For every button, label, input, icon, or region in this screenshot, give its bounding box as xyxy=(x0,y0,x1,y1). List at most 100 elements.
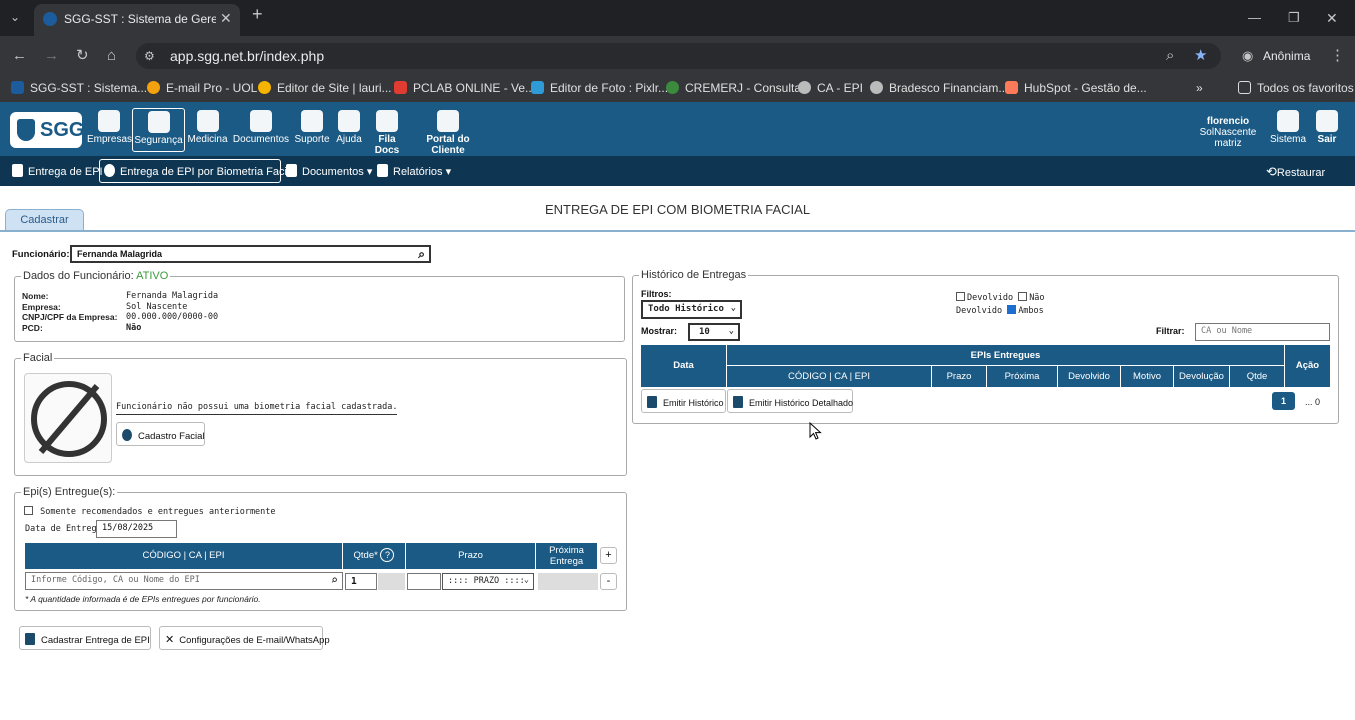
dados-label: PCD: xyxy=(22,322,43,333)
checkbox[interactable] xyxy=(1018,292,1028,301)
date-label: Data de Entrega: xyxy=(25,524,107,534)
help-icon[interactable]: ? xyxy=(380,548,395,562)
bookmark-item[interactable]: CREMERJ - Consulta xyxy=(666,81,801,95)
tab-list-icon[interactable]: ⌄ xyxy=(10,4,20,30)
dados-label: Nome: xyxy=(22,291,49,301)
dados-value: Fernanda Malagrida xyxy=(126,291,219,301)
stethoscope-icon xyxy=(196,110,219,132)
ambos-checkbox[interactable]: Devolvido Ambos xyxy=(956,305,1044,316)
funcionario-value: Fernanda Malagrida xyxy=(77,249,163,259)
dados-value: Sol Nascente xyxy=(126,301,188,312)
nav-fila-docs[interactable]: Fila Docs xyxy=(366,110,408,156)
nav-label: Empresas xyxy=(87,134,133,145)
maximize-icon[interactable]: ❐ xyxy=(1288,5,1300,31)
prazo-number-input[interactable] xyxy=(407,573,441,590)
help-icon xyxy=(338,110,360,132)
only-recommended-checkbox[interactable]: Somente recomendados e entregues anterio… xyxy=(24,506,276,517)
nav-sistema[interactable]: Sistema xyxy=(1268,110,1308,145)
building-icon xyxy=(98,110,120,132)
minimize-icon[interactable]: — xyxy=(1248,5,1261,31)
bookmark-item[interactable]: CA - EPI xyxy=(798,81,863,95)
date-input[interactable]: 15/08/2025 xyxy=(96,520,177,538)
bookmark-item[interactable]: SGG-SST : Sistema... xyxy=(11,81,147,95)
bookmark-item[interactable]: PCLAB ONLINE - Ve... xyxy=(394,81,535,95)
helmet-icon xyxy=(147,111,170,133)
close-tab-icon[interactable]: ✕ xyxy=(220,10,232,27)
url-text: app.sgg.net.br/index.php xyxy=(170,48,325,64)
dados-legend: Dados do Funcionário: ATIVO xyxy=(23,270,169,282)
nav-medicina[interactable]: Medicina xyxy=(186,110,229,145)
nav-ajuda[interactable]: Ajuda xyxy=(334,110,364,145)
subnav-documentos[interactable]: Documentos ▾ xyxy=(286,164,372,178)
emitir-historico-button[interactable]: Emitir Histórico xyxy=(641,389,726,413)
add-row-button[interactable]: + xyxy=(600,547,617,564)
nav-seguranca[interactable]: Segurança xyxy=(132,108,185,152)
mostrar-label: Mostrar: xyxy=(641,326,678,336)
back-icon[interactable]: ← xyxy=(12,43,27,69)
subnav-entrega-biometria[interactable]: Entrega de EPI por Biometria Facial xyxy=(104,164,295,178)
filtro-select[interactable]: Todo Histórico ⌄ xyxy=(641,300,742,319)
browser-tab[interactable]: SGG-SST : Sistema de Gerencia ✕ xyxy=(34,4,240,36)
subnav-relatorios[interactable]: Relatórios ▾ xyxy=(377,164,451,178)
facial-legend: Facial xyxy=(23,352,53,364)
epi-search-input[interactable]: Informe Código, CA ou Nome do EPI ⌕ xyxy=(25,572,343,590)
epis-legend: Epi(s) Entregue(s): xyxy=(23,486,116,498)
historico-legend: Histórico de Entregas xyxy=(641,269,747,281)
home-icon[interactable]: ⌂ xyxy=(107,43,116,69)
save-entrega-button[interactable]: Cadastrar Entrega de EPI xyxy=(19,626,151,650)
nav-suporte[interactable]: Suporte xyxy=(292,110,332,145)
window-close-icon[interactable]: ✕ xyxy=(1326,5,1338,31)
mostrar-select[interactable]: 10 ⌄ xyxy=(688,323,740,341)
sgg-logo[interactable]: SGG xyxy=(10,112,85,148)
pagination-page[interactable]: 1 xyxy=(1272,392,1295,410)
emitir-historico-detalhado-button[interactable]: Emitir Histórico Detalhado xyxy=(727,389,853,413)
restore-button[interactable]: ⟲Restaurar xyxy=(1266,164,1325,180)
reload-icon[interactable]: ↻ xyxy=(76,43,89,69)
qty-input[interactable]: 1 xyxy=(345,573,377,590)
checkbox[interactable] xyxy=(1007,305,1017,314)
funcionario-input[interactable]: Fernanda Malagrida ⌕ xyxy=(70,245,431,263)
bookmark-item[interactable]: E-mail Pro - UOL xyxy=(147,81,257,95)
subnav-entrega-epi[interactable]: Entrega de EPI xyxy=(12,164,103,178)
user-info: florencio SolNascente matriz xyxy=(1190,116,1266,149)
bookmark-item[interactable]: Editor de Site | lauri... xyxy=(258,81,392,95)
col-header-prazo: Prazo xyxy=(406,543,536,569)
dados-value: 00.000.000/0000-00 xyxy=(126,312,219,322)
profile-label[interactable]: Anônima xyxy=(1263,49,1310,63)
nav-documentos[interactable]: Documentos xyxy=(231,110,291,145)
mouse-cursor-icon xyxy=(809,422,822,440)
prazo-select[interactable]: :::: PRAZO :::: ⌄ xyxy=(442,573,534,590)
filtrar-input[interactable]: CA ou Nome xyxy=(1195,323,1330,341)
more-bookmarks-icon[interactable]: » xyxy=(1196,81,1203,95)
remove-row-button[interactable]: - xyxy=(600,573,617,590)
forward-icon[interactable]: → xyxy=(44,43,59,69)
devolvido-checkbox[interactable]: Devolvido Não xyxy=(956,292,1045,303)
col-header-prazo: Prazo xyxy=(932,366,987,387)
bookmark-item[interactable]: Editor de Foto : Pixlr... xyxy=(531,81,668,95)
checkbox[interactable] xyxy=(24,506,33,515)
site-info-icon[interactable]: ⚙ xyxy=(144,43,155,69)
pdf-icon xyxy=(733,396,743,408)
document-icon xyxy=(250,110,272,132)
nav-sair[interactable]: Sair xyxy=(1312,110,1342,145)
search-icon[interactable]: ⌕ xyxy=(418,247,425,261)
checkbox[interactable] xyxy=(956,292,965,301)
all-bookmarks[interactable]: Todos os favoritos xyxy=(1238,81,1354,95)
person-icon xyxy=(12,164,23,177)
nav-empresas[interactable]: Empresas xyxy=(87,110,133,145)
no-photo-icon xyxy=(31,381,107,457)
zoom-icon[interactable]: ⌕ xyxy=(1166,43,1174,69)
nav-portal-cliente[interactable]: Portal do Cliente xyxy=(410,110,486,156)
bookmark-item[interactable]: Bradesco Financiam... xyxy=(870,81,1008,95)
menu-icon[interactable]: ⋮ xyxy=(1330,43,1345,69)
logo-text: SGG xyxy=(40,119,85,141)
tab-cadastrar[interactable]: Cadastrar xyxy=(5,209,84,231)
search-icon[interactable]: ⌕ xyxy=(331,573,338,587)
user-company: SolNascente xyxy=(1199,127,1257,138)
cadastro-facial-button[interactable]: Cadastro Facial xyxy=(116,422,205,446)
pagination-info: ... 0 xyxy=(1305,397,1321,407)
new-tab-icon[interactable]: + xyxy=(252,5,263,23)
config-email-button[interactable]: ✕ Configurações de E-mail/WhatsApp xyxy=(159,626,330,650)
bookmark-item[interactable]: HubSpot - Gestão de... xyxy=(1005,81,1147,95)
bookmark-star-icon[interactable]: ★ xyxy=(1194,43,1207,69)
